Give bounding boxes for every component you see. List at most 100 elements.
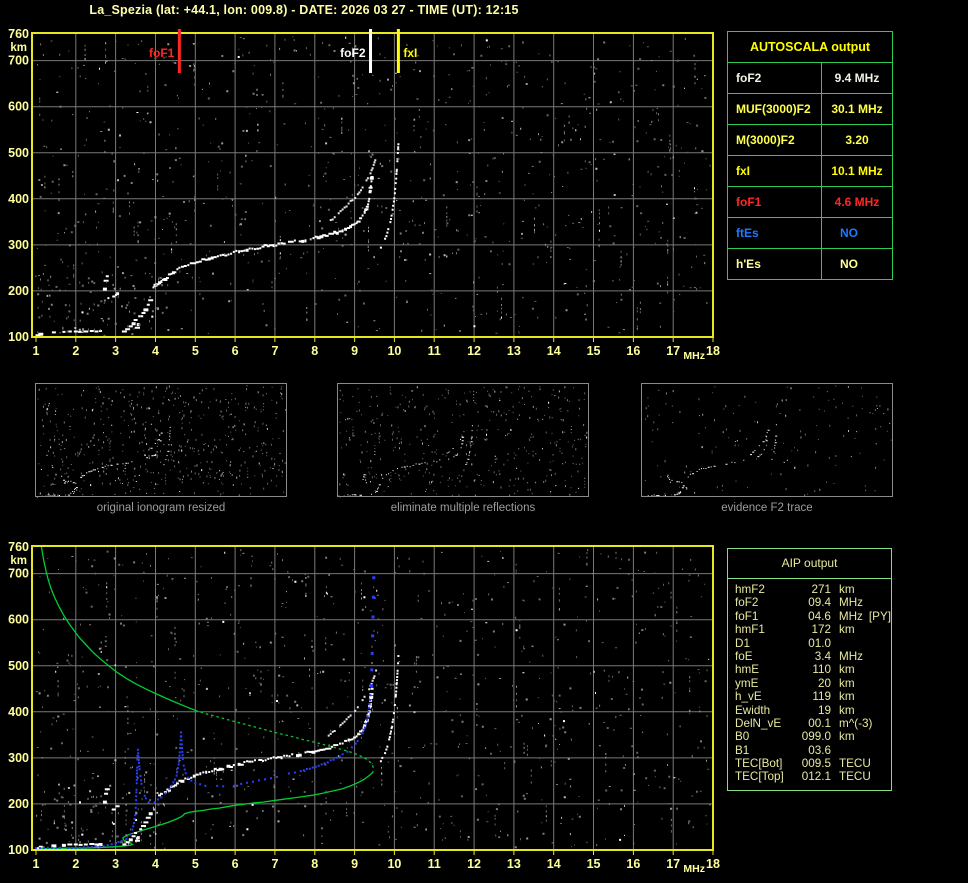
axis-tick-label: 12 — [467, 857, 481, 871]
aip-unit: m^(-3) — [839, 716, 873, 730]
axis-tick-label: 12 — [467, 344, 481, 358]
aip-row-h_vE: h_vE 119 km — [735, 690, 891, 703]
autoscala-row-ftEs: ftEs NO — [728, 218, 892, 249]
autoscala-value: 3.20 — [845, 133, 869, 147]
axis-tick-label: 700 — [8, 54, 29, 68]
axis-ticks — [35, 338, 714, 342]
panel-evidence-f2-trace — [641, 383, 893, 497]
autoscala-label: M(3000)F2 — [728, 125, 822, 155]
axis-tick-label: 17 — [666, 857, 680, 871]
axis-tick-label: 5 — [192, 857, 199, 871]
aip-value: 09.4 — [808, 596, 831, 610]
aip-label: TEC[Bot] — [735, 757, 783, 771]
axis-tick-label: 200 — [8, 797, 29, 811]
plot-dots — [36, 550, 710, 850]
series-electron-density-profile-bottomside — [36, 770, 374, 850]
aip-label: foF1 — [735, 609, 759, 623]
aip-row-foF1: foF1 04.6 MHz [PY] — [735, 610, 891, 623]
autoscala-label: MUF(3000)F2 — [728, 94, 822, 124]
axis-tick-label: 8 — [311, 344, 318, 358]
grid-lines — [32, 33, 713, 337]
aip-unit: MHz — [839, 649, 864, 663]
aip-label: hmF2 — [735, 583, 765, 596]
axis-tick-label: 16 — [626, 857, 640, 871]
aip-row-TEC[Top]: TEC[Top] 012.1 TECU — [735, 770, 891, 783]
aip-unit: MHz — [838, 609, 863, 623]
axis-tick-label: MHz — [683, 863, 705, 875]
axis-tick-label: 13 — [507, 857, 521, 871]
autoscala-label: h'Es — [728, 249, 822, 279]
aip-label: DelN_vE — [735, 716, 782, 730]
aip-table-rows: hmF2 271 km foF2 09.4 MHz foF1 04.6 MHz [PY] hmF1 1… — [728, 579, 891, 790]
panel-original-ionogram — [35, 383, 287, 497]
axis-tick-label: 700 — [8, 567, 29, 581]
plot-profile_fit: 760700600500400300200100km1 2 3 4 5 6 7 8 9 10 11 1… — [8, 540, 720, 875]
aip-row-B0: B0 099.0 km — [735, 730, 891, 743]
aip-row-foF2: foF2 09.4 MHz — [735, 596, 891, 609]
aip-unit: MHz — [839, 596, 864, 610]
aip-row-D1: D1 01.0 — [735, 637, 891, 650]
axis-tick-label: 9 — [351, 344, 358, 358]
autoscala-value: 9.4 MHz — [834, 71, 880, 85]
autoscala-table-rows: foF2 9.4 MHz MUF(3000)F2 30.1 MHz M(3000)F2 3… — [728, 63, 892, 279]
autoscala-value: NO — [840, 257, 858, 271]
page-title: La_Spezia (lat: +44.1, lon: 009.8) - DAT… — [89, 3, 519, 17]
aip-label: ymE — [735, 676, 759, 690]
aip-label: hmE — [735, 663, 760, 677]
aip-value: 03.6 — [808, 743, 831, 757]
axis-tick-label: 14 — [547, 344, 561, 358]
aip-label: h_vE — [735, 690, 762, 704]
plot-dots — [41, 555, 698, 849]
plot-dots — [35, 576, 376, 850]
aip-row-TEC[Bot]: TEC[Bot] 009.5 TECU — [735, 757, 891, 770]
axis-tick-label: 500 — [8, 146, 29, 160]
axis-tick-label: 18 — [706, 857, 720, 871]
autoscala-row-fxI: fxI 10.1 MHz — [728, 156, 892, 187]
series-profile-topside-(solid) — [40, 545, 196, 712]
axis-tick-label: 400 — [8, 192, 29, 206]
axis-tick-label: 600 — [8, 100, 29, 114]
aip-value: 20 — [817, 676, 831, 690]
autoscala-row-M(3000)F2: M(3000)F2 3.20 — [728, 125, 892, 156]
axis-tick-label: 6 — [232, 857, 239, 871]
autoscala-label: foF2 — [728, 63, 822, 93]
plot-dots — [40, 42, 706, 332]
autoscala-value: NO — [840, 226, 858, 240]
aip-note: [PY] — [868, 609, 891, 623]
aip-row-hmE: hmE 110 km — [735, 663, 891, 676]
aip-value: 00.1 — [808, 716, 831, 730]
panel-caption: evidence F2 trace — [721, 502, 813, 514]
aip-unit: TECU — [839, 770, 871, 784]
axis-tick-label: 1 — [33, 857, 40, 871]
axis-tick-label: 14 — [547, 857, 561, 871]
axis-tick-label: 8 — [311, 857, 318, 871]
plot-dots — [37, 36, 711, 337]
aip-value: 009.5 — [801, 757, 831, 771]
aip-unit: km — [839, 703, 855, 717]
autoscala-screen: 760 700 600 500 400 300 200 100 km 1 2 3 4 5 6 7 8 9 10 11 1… — [0, 0, 968, 883]
marker-label-foF2: foF2 — [340, 46, 366, 60]
aip-unit: km — [839, 676, 855, 690]
aip-value: 04.6 — [808, 609, 831, 623]
aip-value: 099.0 — [801, 730, 831, 744]
axis-tick-label: 15 — [587, 857, 601, 871]
axis-tick-label: 400 — [8, 705, 29, 719]
axis-tick-label: 6 — [232, 344, 239, 358]
panel-caption: original ionogram resized — [96, 502, 226, 514]
axis-tick-label: 200 — [8, 284, 29, 298]
axis-tick-label: 11 — [428, 857, 441, 871]
autoscala-label: foF1 — [728, 187, 822, 217]
axis-tick-label: 10 — [387, 857, 401, 871]
axis-tick-label: km — [10, 42, 27, 54]
plot-dots — [35, 36, 706, 338]
autoscala-row-foF2: foF2 9.4 MHz — [728, 63, 892, 94]
axis-tick-label: MHz — [683, 350, 705, 362]
axis-tick-label: 10 — [387, 344, 401, 358]
axis-tick-label: 600 — [8, 613, 29, 627]
aip-value: 119 — [812, 690, 831, 704]
aip-label: TEC[Top] — [735, 770, 784, 784]
aip-table-title: AIP output — [728, 549, 891, 579]
axis-tick-label: 3 — [112, 857, 119, 871]
aip-row-hmF2: hmF2 271 km — [735, 583, 891, 596]
aip-value: 19 — [817, 703, 831, 717]
